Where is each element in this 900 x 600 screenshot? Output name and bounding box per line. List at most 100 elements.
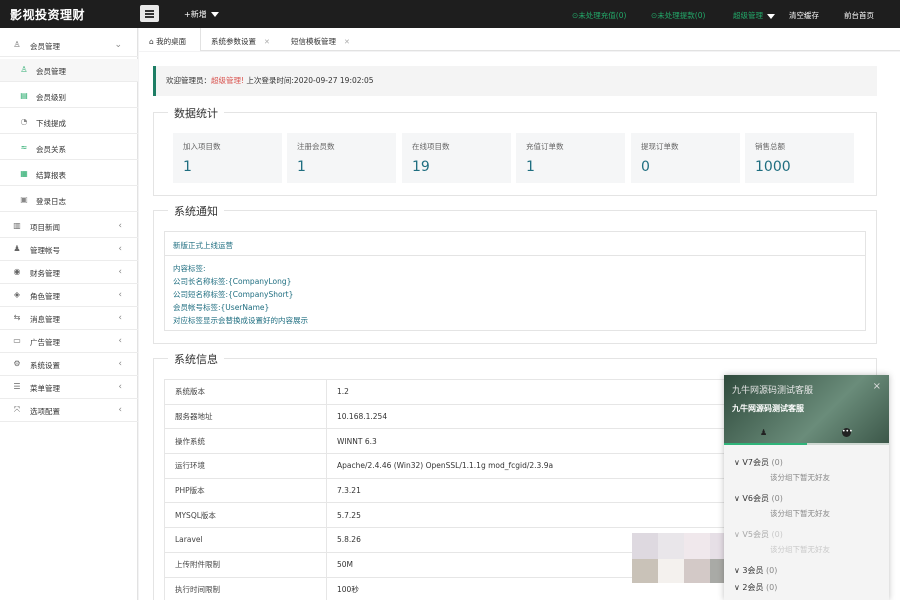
options-icon: ⤧ (13, 405, 21, 414)
sidebar-item-roles[interactable]: ◈ 角色管理 ‹ (0, 284, 138, 307)
sidebar-item-label: 会员管理 (30, 42, 60, 51)
message-icon: ⇆ (13, 313, 21, 322)
sidebar-subitem-member-level[interactable]: ▤ 会员级别 (0, 85, 138, 108)
sidebar-item-member-management[interactable]: ♙ 会员管理 ⌄ (0, 34, 138, 57)
sidebar-item-project-news[interactable]: ▥ 项目新闻 ‹ (0, 215, 138, 238)
caret-down-icon (210, 12, 219, 17)
chat-group-label: V7会员 (742, 458, 769, 467)
sidebar-item-ads[interactable]: ▭ 广告管理 ‹ (0, 330, 138, 353)
hamburger-icon-line (145, 16, 154, 18)
chat-group-label: 2会员 (742, 583, 764, 592)
watermark-block (710, 533, 724, 559)
relation-icon: ≈ (20, 143, 28, 152)
chat-group-3[interactable]: ∨ 3会员 (0) (734, 565, 777, 576)
stat-label: 提现订单数 (641, 142, 679, 151)
chat-group-v7[interactable]: ∨ V7会员 (0) (734, 457, 783, 468)
brand-logo[interactable]: 影视投资理财 (10, 6, 85, 23)
watermark-block (684, 559, 710, 583)
chevron-left-icon: ‹ (118, 359, 122, 369)
notice-box: 新版正式上线运营 内容标签: 公司长名称标签:{CompanyLong} 公司短… (164, 231, 866, 331)
sysinfo-key: 系统版本 (164, 379, 327, 405)
tab-system-params[interactable]: 系统参数设置 ✕ (211, 28, 270, 51)
chat-group-v5[interactable]: ∨ V5会员 (0) (734, 529, 783, 540)
sidebar-subitem-login-log[interactable]: ▣ 登录日志 (0, 189, 138, 212)
tab-my-desktop[interactable]: ⌂ 我的桌面 (139, 28, 201, 51)
sidebar-item-menu-management[interactable]: ☰ 菜单管理 ‹ (0, 376, 138, 399)
stat-card: 加入项目数 1 (173, 133, 282, 183)
sidebar-subitem-member-management[interactable]: ♙ 会员管理 (0, 59, 138, 82)
tab-label: 短信模板管理 (291, 37, 336, 46)
ad-icon: ▭ (13, 336, 21, 345)
menu-toggle-button[interactable] (140, 5, 159, 22)
contacts-tab-icon[interactable]: ♟ (760, 428, 767, 437)
chat-header: 九牛网源码测试客服 × 九牛网源码测试客服 ♟ ••• (724, 375, 889, 445)
sidebar-item-label: 会员关系 (36, 145, 66, 154)
clear-cache-button[interactable]: 清空缓存 (789, 10, 819, 21)
welcome-admin-name: 超级管理! (211, 76, 245, 85)
log-icon: ▣ (20, 195, 28, 204)
sidebar-item-label: 会员级别 (36, 93, 66, 102)
sidebar-item-admin-accounts[interactable]: ♟ 管理帐号 ‹ (0, 238, 138, 261)
welcome-prefix: 欢迎管理员： (166, 76, 211, 85)
add-new-dropdown[interactable]: +新增 (184, 9, 219, 20)
sysinfo-title: 系统信息 (168, 351, 224, 367)
finance-icon: ◉ (13, 267, 21, 276)
caret-down-icon (767, 13, 775, 19)
tab-sms-templates[interactable]: 短信模板管理 ✕ (291, 28, 350, 51)
hamburger-icon-line (145, 13, 154, 15)
sidebar-subitem-commission[interactable]: ◔ 下线提成 (0, 111, 138, 134)
watermark-block (658, 559, 684, 583)
chat-tab-indicator-fill (724, 443, 807, 445)
level-icon: ▤ (20, 91, 28, 100)
notice-headline[interactable]: 新版正式上线运营 (165, 232, 865, 256)
sidebar-item-label: 广告管理 (30, 338, 60, 347)
frontend-home-link[interactable]: 前台首页 (844, 10, 874, 21)
chat-group-v6[interactable]: ∨ V6会员 (0) (734, 493, 783, 504)
stat-card: 在线项目数 19 (402, 133, 511, 183)
chevron-left-icon: ‹ (118, 313, 122, 323)
tab-label: 我的桌面 (156, 37, 187, 46)
home-icon: ⌂ (149, 37, 154, 46)
sidebar-item-finance[interactable]: ◉ 财务管理 ‹ (0, 261, 138, 284)
sysinfo-key: MYSQL版本 (164, 502, 327, 529)
close-icon[interactable]: ✕ (264, 38, 270, 46)
chat-title: 九牛网源码测试客服 (732, 386, 814, 396)
pending-withdraw-link[interactable]: ⊙未处理提款(0) (651, 10, 705, 21)
close-icon[interactable]: × (873, 381, 881, 392)
sidebar-item-options[interactable]: ⤧ 选项配置 ‹ (0, 399, 138, 422)
menu-icon: ☰ (13, 382, 21, 391)
sysinfo-key: 运行环境 (164, 453, 327, 479)
stat-label: 销售总额 (755, 142, 785, 151)
pending-withdraw-label: 未处理提款(0) (657, 11, 706, 20)
sysinfo-key: 上传附件限制 (164, 551, 327, 578)
role-icon: ◈ (13, 290, 21, 299)
news-icon: ▥ (13, 221, 21, 230)
chat-widget: 九牛网源码测试客服 × 九牛网源码测试客服 ♟ ••• ∨ V7会员 (0) 该… (724, 375, 889, 600)
sidebar-subitem-member-relation[interactable]: ≈ 会员关系 (0, 137, 138, 160)
pending-recharge-link[interactable]: ⊙未处理充值(0) (572, 10, 626, 21)
sidebar-item-label: 下线提成 (36, 119, 66, 128)
stat-value: 1 (297, 159, 306, 175)
sidebar-subitem-settlement-report[interactable]: ▦ 结算报表 (0, 163, 138, 186)
chat-group-2[interactable]: ∨ 2会员 (0) (734, 582, 777, 593)
chat-more-icon[interactable]: ••• (842, 428, 853, 437)
admin-menu-dropdown[interactable]: 超级管理 (733, 10, 775, 21)
chevron-left-icon: ‹ (118, 244, 122, 254)
sidebar-item-label: 项目新闻 (30, 223, 60, 232)
sidebar-item-system-settings[interactable]: ⚙ 系统设置 ‹ (0, 353, 138, 376)
sidebar-item-messages[interactable]: ⇆ 消息管理 ‹ (0, 307, 138, 330)
sidebar-item-label: 管理帐号 (30, 246, 60, 255)
stat-value: 1 (526, 159, 535, 175)
watermark-block (710, 559, 724, 583)
top-navbar: 影视投资理财 +新增 ⊙未处理充值(0) ⊙未处理提款(0) 超级管理 清空缓存… (0, 0, 900, 28)
tab-label: 系统参数设置 (211, 37, 256, 46)
notice-line: 公司长名称标签:{CompanyLong} (173, 277, 292, 286)
stat-card: 注册会员数 1 (287, 133, 396, 183)
sysinfo-key: PHP版本 (164, 477, 327, 504)
stat-value: 1 (183, 159, 192, 175)
chevron-left-icon: ‹ (118, 290, 122, 300)
close-icon[interactable]: ✕ (344, 38, 350, 46)
commission-icon: ◔ (20, 117, 28, 126)
sidebar: ♙ 会员管理 ⌄ ♙ 会员管理 ▤ 会员级别 ◔ 下线提成 ≈ 会员关系 ▦ 结… (0, 28, 138, 600)
chat-group-empty: 该分组下暂无好友 (770, 473, 830, 482)
